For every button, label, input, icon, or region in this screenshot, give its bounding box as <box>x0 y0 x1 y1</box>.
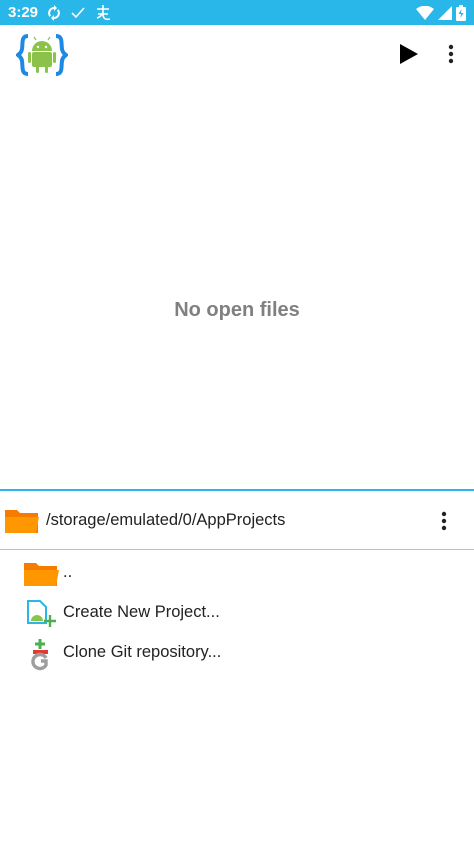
run-button[interactable] <box>394 40 422 68</box>
check-icon <box>70 5 86 21</box>
editor-area: No open files <box>0 85 474 489</box>
play-icon <box>400 44 418 64</box>
git-clone-icon <box>22 637 60 671</box>
status-bar: 3:29 <box>0 0 474 25</box>
list-item-parent-folder[interactable]: .. <box>0 552 474 592</box>
input-method-icon <box>94 4 112 22</box>
path-bar: /storage/emulated/0/AppProjects <box>0 491 474 549</box>
wifi-icon <box>416 5 434 20</box>
list-item-create-project[interactable]: Create New Project... <box>0 592 474 632</box>
list-item-label: Clone Git repository... <box>63 643 222 661</box>
more-vert-icon <box>441 511 447 531</box>
folder-icon <box>4 507 40 535</box>
status-left: 3:29 <box>8 4 112 22</box>
file-list: .. Create New Project... Clone Git repos… <box>0 552 474 672</box>
path-divider <box>0 549 474 550</box>
more-vert-icon <box>448 44 454 64</box>
folder-icon <box>22 557 60 589</box>
current-path: /storage/emulated/0/AppProjects <box>46 511 286 529</box>
new-project-icon <box>22 597 60 629</box>
list-item-label: .. <box>63 563 73 581</box>
no-open-files-message: No open files <box>174 299 300 321</box>
cell-signal-icon <box>438 5 452 20</box>
status-time: 3:29 <box>8 4 39 21</box>
sync-icon <box>46 4 62 21</box>
status-right <box>416 4 466 21</box>
path-menu-button[interactable] <box>434 509 454 533</box>
app-bar <box>0 25 474 85</box>
list-item-clone-git[interactable]: Clone Git repository... <box>0 632 474 672</box>
list-item-label: Create New Project... <box>63 603 220 621</box>
battery-icon <box>456 4 466 21</box>
more-options-button[interactable] <box>440 40 462 68</box>
android-braces-logo-icon <box>15 33 69 77</box>
